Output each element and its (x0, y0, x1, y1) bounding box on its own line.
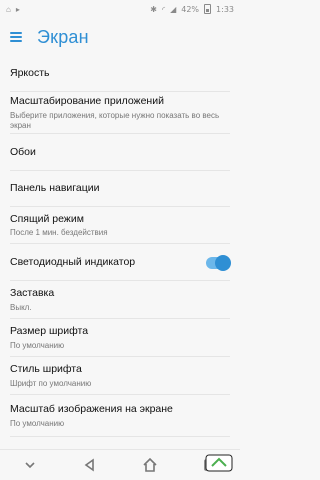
play-icon: ▸ (15, 4, 20, 14)
chevron-down-icon (25, 462, 35, 469)
home-button[interactable] (138, 455, 162, 475)
setting-subtitle: После 1 мин. бездействия (10, 228, 108, 238)
setting-subtitle: Шрифт по умолчанию (10, 378, 92, 388)
signal-icon: ◢ (170, 4, 177, 14)
setting-title: Заставка (10, 287, 55, 300)
app-bar: Экран (0, 18, 240, 56)
back-triangle-icon (84, 458, 94, 472)
setting-subtitle: По умолчанию (10, 418, 65, 428)
setting-font-style[interactable]: Стиль шрифта Шрифт по умолчанию (0, 357, 240, 395)
setting-brightness[interactable]: Яркость (0, 56, 240, 92)
bluetooth-icon: ✱ (150, 4, 157, 14)
status-right: ✱ ◜ ◢ 42% 1:33 (150, 4, 234, 14)
setting-app-scaling[interactable]: Масштабирование приложений Выберите прил… (0, 92, 240, 134)
status-left: ⌂ ▸ (6, 5, 20, 14)
setting-title: Обои (10, 145, 36, 158)
clock: 1:33 (216, 4, 234, 14)
setting-sleep-mode[interactable]: Спящий режим После 1 мин. бездействия (0, 207, 240, 244)
collapse-button[interactable] (18, 455, 42, 475)
bottom-navigation (0, 449, 240, 480)
setting-title: Масштабирование приложений (10, 95, 164, 108)
battery-percent: 42% (181, 4, 200, 14)
setting-title: Спящий режим (10, 212, 84, 225)
setting-font-size[interactable]: Размер шрифта По умолчанию (0, 319, 240, 357)
setting-navigation-panel[interactable]: Панель навигации (0, 171, 240, 207)
menu-icon[interactable] (10, 32, 22, 42)
wifi-icon: ◜ (161, 4, 166, 14)
setting-led-indicator[interactable]: Светодиодный индикатор (0, 244, 240, 281)
setting-title: Размер шрифта (10, 325, 89, 338)
battery-icon (204, 4, 212, 14)
page-title: Экран (37, 26, 89, 47)
setting-wallpaper[interactable]: Обои (0, 134, 240, 171)
setting-screensaver[interactable]: Заставка Выкл. (0, 281, 240, 319)
setting-title: Светодиодный индикатор (10, 255, 136, 268)
setting-subtitle: Выберите приложения, которые нужно показ… (10, 110, 220, 130)
setting-title: Стиль шрифта (10, 363, 82, 376)
setting-subtitle: По умолчанию (10, 340, 65, 350)
watermark-icon (205, 454, 233, 472)
back-button[interactable] (78, 455, 102, 475)
status-bar: ⌂ ▸ ✱ ◜ ◢ 42% 1:33 (0, 0, 240, 18)
setting-display-scale[interactable]: Масштаб изображения на экране По умолчан… (0, 395, 240, 437)
setting-title: Масштаб изображения на экране (10, 403, 173, 416)
setting-title: Яркость (10, 67, 50, 80)
led-indicator-toggle[interactable] (206, 254, 231, 271)
notification-icon: ⌂ (6, 4, 11, 14)
setting-subtitle: Выкл. (10, 302, 32, 312)
setting-title: Панель навигации (10, 182, 100, 195)
home-icon (143, 457, 157, 472)
